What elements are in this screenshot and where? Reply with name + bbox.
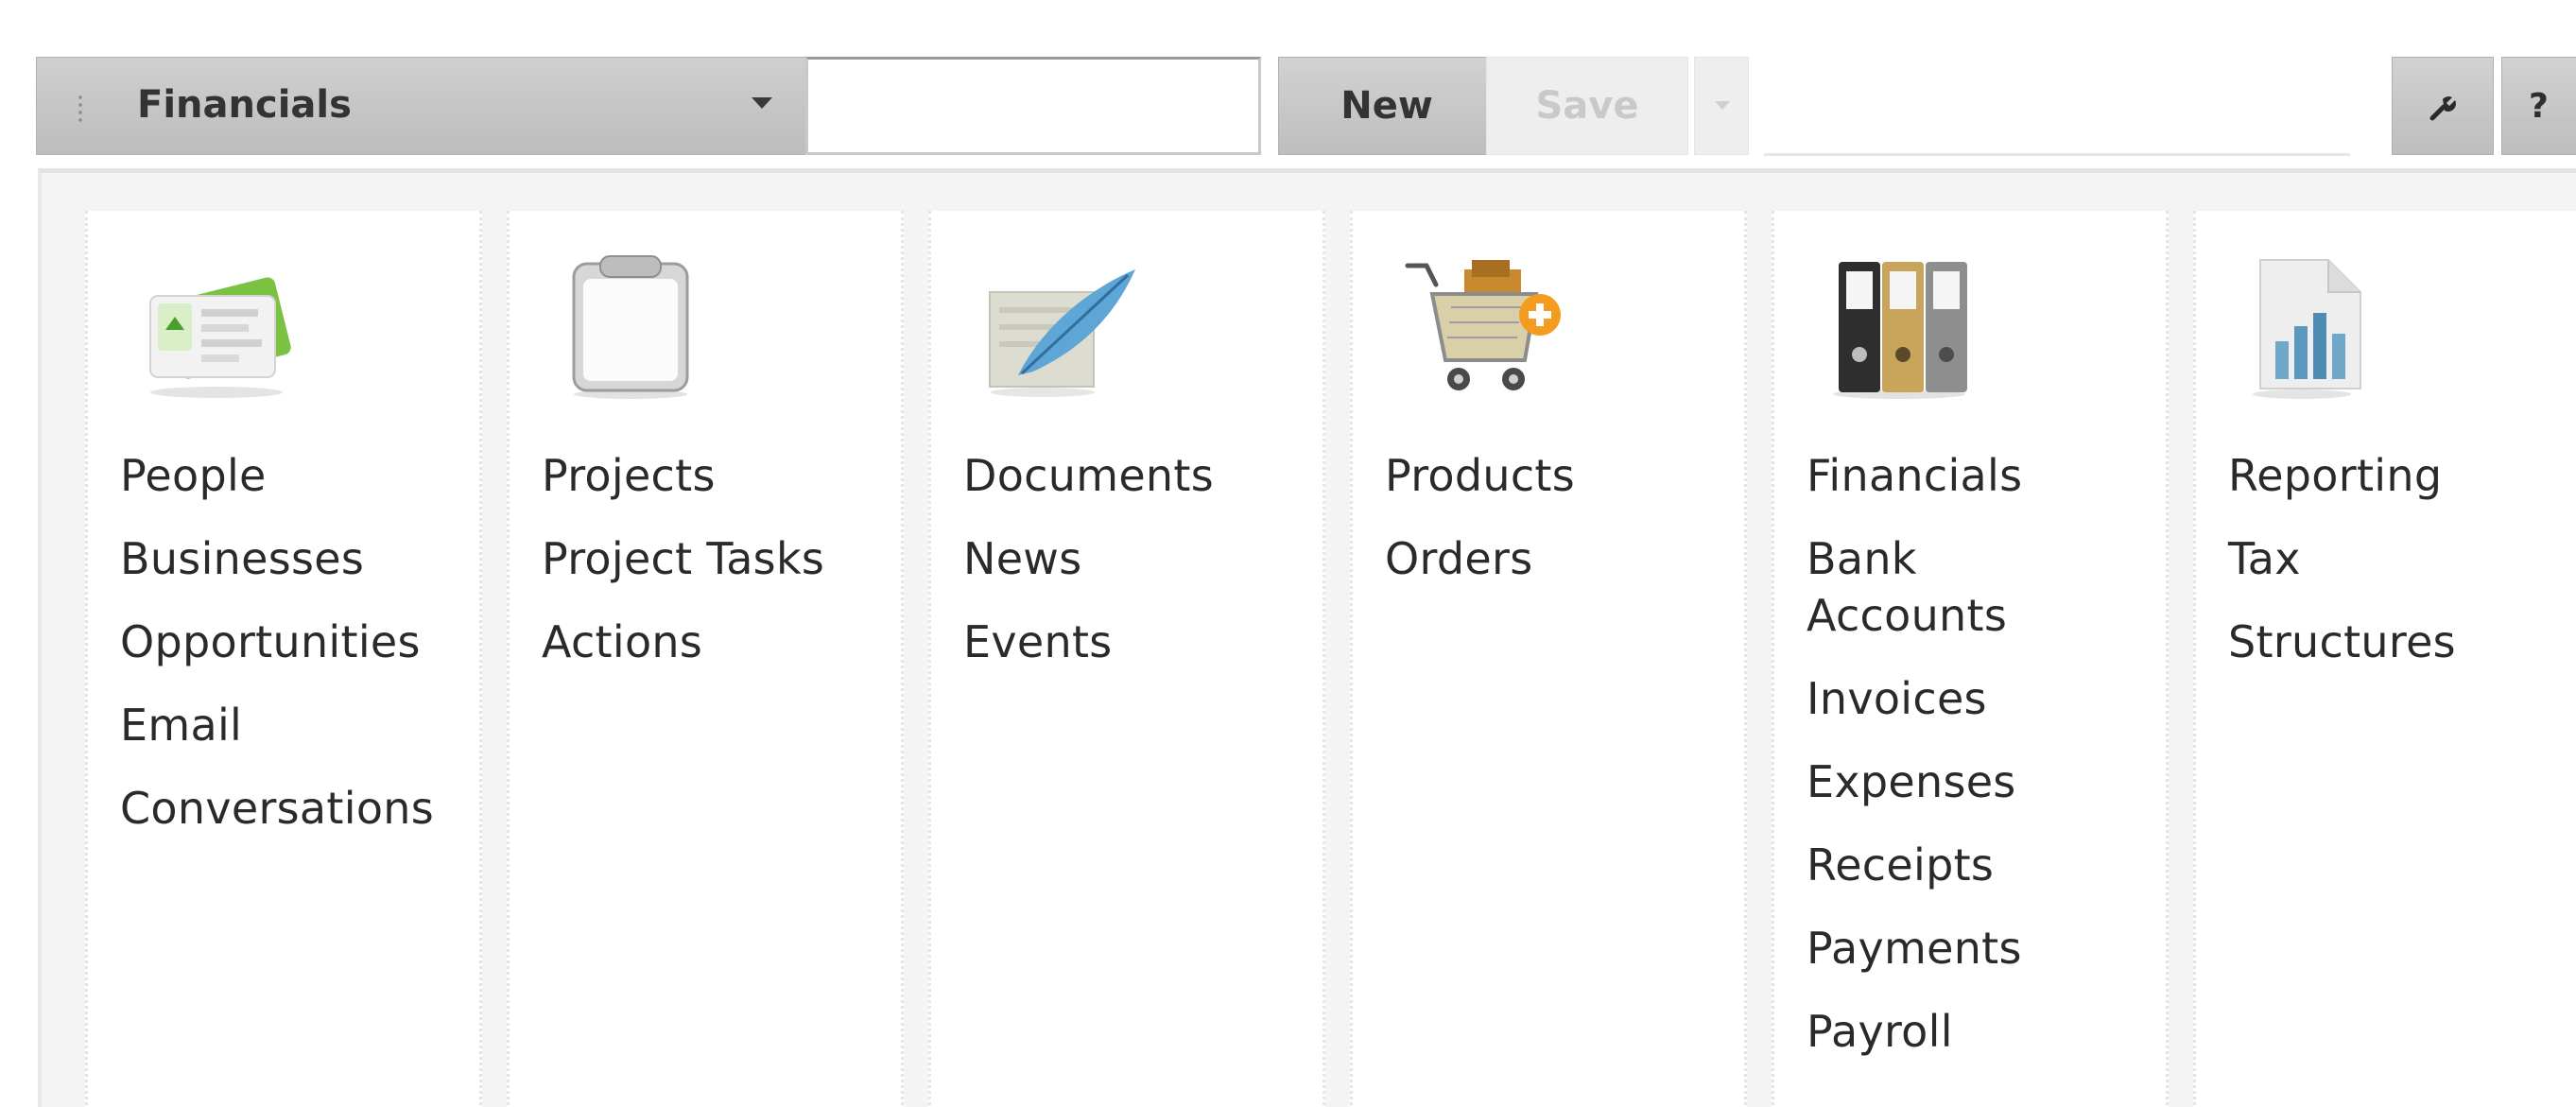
chevron-down-icon: [1715, 101, 1730, 110]
menu-links: Reporting Tax Structures: [2228, 447, 2576, 697]
menu-link-actions[interactable]: Actions: [542, 614, 901, 670]
menu-link-payroll[interactable]: Payroll: [1807, 1003, 2166, 1060]
save-button[interactable]: Save: [1486, 57, 1688, 155]
menu-column-financials: Financials Bank Accounts Invoices Expens…: [1772, 211, 2169, 1107]
menu-column-reporting: Reporting Tax Structures: [2193, 211, 2576, 1107]
menu-link-invoices[interactable]: Invoices: [1807, 670, 2166, 727]
menu-column-documents: Documents News Events: [928, 211, 1325, 1107]
menu-link-email[interactable]: Email: [120, 697, 479, 753]
menu-link-news[interactable]: News: [963, 530, 1323, 587]
menu-link-projects[interactable]: Projects: [542, 447, 901, 504]
save-options-button[interactable]: [1694, 57, 1749, 155]
menu-column-projects: Projects Project Tasks Actions: [507, 211, 904, 1107]
menu-links: Documents News Events: [963, 447, 1323, 697]
quill-document-icon: [989, 269, 1135, 397]
menu-link-people[interactable]: People: [120, 447, 479, 504]
wrench-icon: [2429, 96, 2456, 121]
menu-links: Products Orders: [1385, 447, 1744, 614]
binders-icon: [1833, 262, 1967, 399]
shopping-cart-add-icon: [1405, 260, 1561, 390]
new-button[interactable]: New: [1278, 57, 1495, 155]
menu-link-events[interactable]: Events: [963, 614, 1323, 670]
menu-link-products[interactable]: Products: [1385, 447, 1744, 504]
menu-link-tax[interactable]: Tax: [2228, 530, 2576, 587]
menu-link-receipts[interactable]: Receipts: [1807, 837, 2166, 893]
drag-grip-icon[interactable]: [78, 94, 82, 122]
menu-links: Financials Bank Accounts Invoices Expens…: [1807, 447, 2166, 1086]
menu-column-products: Products Orders: [1350, 211, 1747, 1107]
menu-link-financials[interactable]: Financials: [1807, 447, 2166, 504]
chevron-down-icon: [752, 97, 772, 109]
contacts-card-icon: [149, 277, 291, 398]
module-select-value: Financials: [137, 83, 352, 127]
toolbar-divider: [1764, 153, 2350, 156]
menu-link-project-tasks[interactable]: Project Tasks: [542, 530, 901, 587]
menu-link-reporting[interactable]: Reporting: [2228, 447, 2576, 504]
menu-link-payments[interactable]: Payments: [1807, 920, 2166, 977]
menu-link-expenses[interactable]: Expenses: [1807, 753, 2166, 810]
menu-link-orders[interactable]: Orders: [1385, 530, 1744, 587]
menu-links: People Businesses Opportunities Email Co…: [120, 447, 479, 863]
menu-column-people: People Businesses Opportunities Email Co…: [85, 211, 482, 1107]
menu-link-documents[interactable]: Documents: [963, 447, 1323, 504]
help-button[interactable]: ?: [2501, 57, 2576, 155]
menu-link-bank-accounts[interactable]: Bank Accounts: [1807, 530, 2043, 644]
app-window: Financials New Save ? People Businesses …: [0, 0, 2576, 1107]
menu-links: Projects Project Tasks Actions: [542, 447, 901, 697]
menu-link-businesses[interactable]: Businesses: [120, 530, 479, 587]
search-input[interactable]: [805, 57, 1261, 155]
navigation-menu-panel: People Businesses Opportunities Email Co…: [38, 168, 2576, 1107]
toolbar: Financials New Save ?: [25, 57, 2576, 159]
module-select[interactable]: Financials: [36, 57, 821, 155]
report-chart-icon: [2253, 259, 2361, 399]
tools-button[interactable]: [2392, 57, 2494, 155]
menu-link-conversations[interactable]: Conversations: [120, 780, 479, 837]
clipboard-icon: [572, 255, 689, 399]
menu-link-opportunities[interactable]: Opportunities: [120, 614, 479, 670]
menu-link-structures[interactable]: Structures: [2228, 614, 2576, 670]
